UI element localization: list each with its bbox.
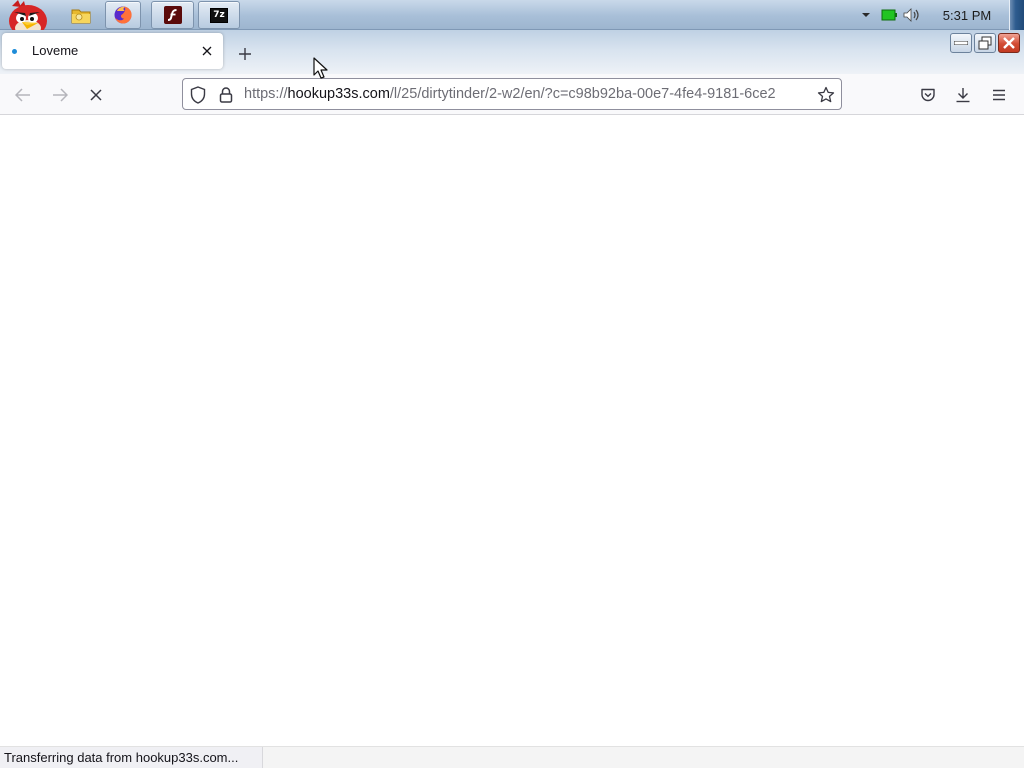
shield-icon[interactable]	[188, 85, 208, 105]
navigation-bar: https://hookup33s.com/l/25/dirtytinder/2…	[0, 74, 1024, 115]
close-icon[interactable]	[197, 41, 217, 61]
download-icon[interactable]	[950, 82, 976, 108]
tab-strip: Loveme	[0, 30, 1024, 74]
folder-icon[interactable]	[66, 1, 96, 29]
chevron-down-icon[interactable]	[858, 0, 874, 30]
pocket-icon[interactable]	[915, 82, 941, 108]
desktop-screen: 7z 5:31 PM Loveme https://hookup33s.com/…	[0, 0, 1024, 768]
tab-title: Loveme	[32, 43, 79, 58]
system-tray: 5:31 PM	[824, 0, 1024, 30]
window-close-icon[interactable]	[998, 33, 1020, 53]
battery-icon[interactable]	[880, 0, 898, 30]
page-content[interactable]	[0, 115, 1024, 746]
tab-loveme[interactable]: Loveme	[2, 33, 223, 69]
dot-icon	[12, 49, 17, 54]
taskbar: 7z 5:31 PM	[0, 0, 1024, 37]
restore-icon[interactable]	[974, 33, 996, 53]
back-arrow-icon[interactable]	[10, 82, 36, 108]
url-text[interactable]: https://hookup33s.com/l/25/dirtytinder/2…	[244, 86, 812, 102]
url-path: /l/25/dirtytinder/2-w2/en/?c=c98b92ba-00…	[389, 86, 776, 102]
clock[interactable]: 5:31 PM	[937, 0, 997, 30]
volume-icon[interactable]	[902, 0, 922, 30]
forward-arrow-icon[interactable]	[47, 82, 73, 108]
status-bar: Transferring data from hookup33s.com...	[0, 746, 1024, 768]
url-bar[interactable]: https://hookup33s.com/l/25/dirtytinder/2…	[182, 78, 842, 110]
plus-icon[interactable]	[233, 42, 257, 66]
firefox-icon[interactable]	[105, 1, 141, 29]
mouse-cursor-icon	[313, 57, 329, 81]
stop-icon[interactable]	[83, 82, 109, 108]
url-host: hookup33s.com	[287, 86, 390, 102]
7zip-icon[interactable]: 7z	[198, 1, 240, 29]
flash-icon[interactable]	[151, 1, 194, 29]
lock-icon[interactable]	[216, 85, 236, 105]
minimize-icon[interactable]	[950, 33, 972, 53]
menu-icon[interactable]	[986, 82, 1012, 108]
7zip-label: 7z	[213, 9, 225, 20]
show-desktop-button[interactable]	[1009, 0, 1024, 30]
status-text: Transferring data from hookup33s.com...	[0, 747, 264, 768]
url-scheme: https://	[244, 86, 288, 102]
star-icon[interactable]	[816, 85, 836, 105]
